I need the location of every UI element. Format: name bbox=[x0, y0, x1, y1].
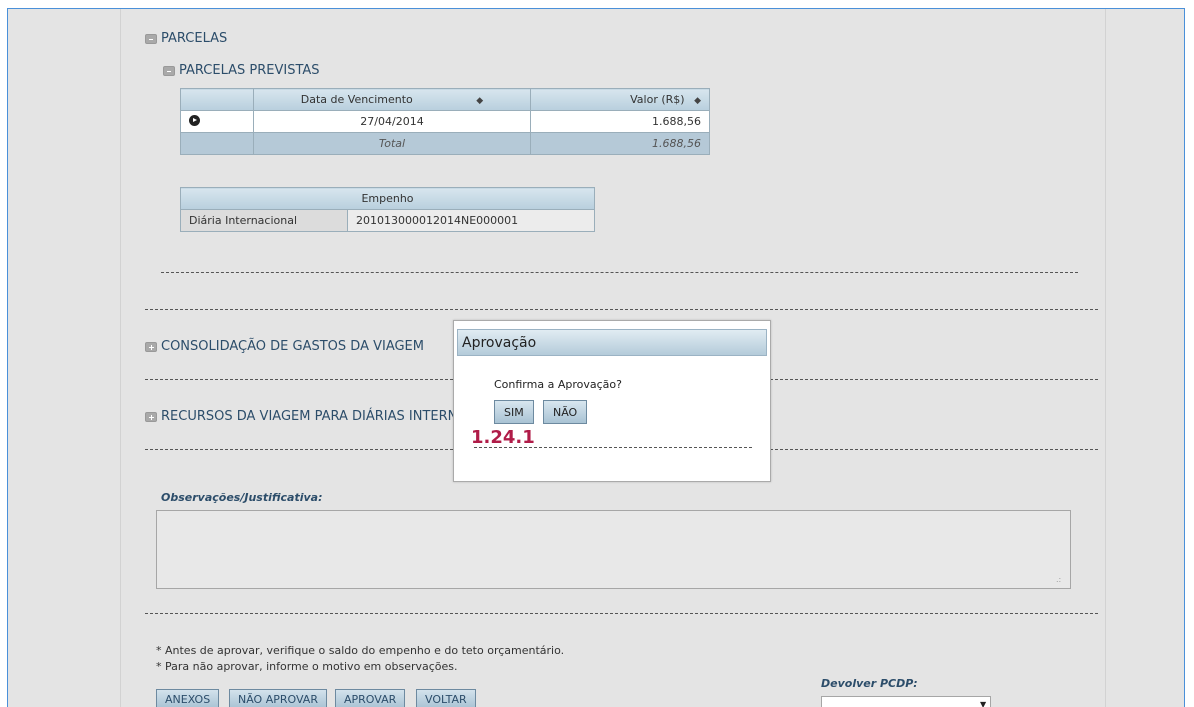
nao-button[interactable]: NÃO bbox=[543, 400, 588, 424]
nao-aprovar-button[interactable]: NÃO APROVAR bbox=[229, 689, 327, 707]
divider bbox=[161, 272, 1078, 273]
expand-plus-icon[interactable] bbox=[145, 411, 157, 422]
table-total-row: Total 1.688,56 bbox=[180, 132, 710, 155]
sort-icon[interactable]: ◆ bbox=[476, 96, 483, 106]
devolver-select[interactable]: ▼ bbox=[821, 696, 991, 707]
chevron-down-icon[interactable]: ▼ bbox=[980, 700, 988, 707]
cell-data: 27/04/2014 bbox=[253, 110, 531, 133]
divider bbox=[145, 613, 1098, 614]
cell-empenho-tipo: Diária Internacional bbox=[180, 209, 348, 232]
header-valor[interactable]: Valor (R$) ◆ bbox=[530, 88, 710, 111]
parcelas-table: Data de Vencimento ◆ Valor (R$) ◆ 27/04/… bbox=[180, 88, 710, 155]
section-recursos[interactable]: RECURSOS DA VIAGEM PARA DIÁRIAS INTERN bbox=[145, 409, 457, 424]
expand-plus-icon[interactable] bbox=[145, 341, 157, 352]
section-parcelas[interactable]: PARCELAS bbox=[145, 31, 227, 46]
divider bbox=[145, 309, 1098, 310]
divider bbox=[474, 447, 752, 448]
table-row: Diária Internacional 201013000012014NE00… bbox=[180, 209, 595, 232]
cell-valor: 1.688,56 bbox=[530, 110, 710, 133]
section-parcelas-label: PARCELAS bbox=[161, 31, 228, 46]
aprovar-button[interactable]: APROVAR bbox=[335, 689, 406, 707]
voltar-button[interactable]: VOLTAR bbox=[416, 689, 476, 707]
header-data-vencimento[interactable]: Data de Vencimento ◆ bbox=[253, 88, 531, 111]
header-empenho: Empenho bbox=[180, 187, 595, 210]
table-row: 27/04/2014 1.688,56 bbox=[180, 110, 710, 133]
collapse-minus-icon[interactable] bbox=[145, 33, 157, 44]
resize-grip-icon[interactable]: .: bbox=[1056, 575, 1061, 584]
collapse-minus-icon[interactable] bbox=[163, 65, 175, 76]
section-consolidacao-label: CONSOLIDAÇÃO DE GASTOS DA VIAGEM bbox=[161, 339, 424, 354]
dialog-title: Aprovação bbox=[457, 329, 767, 356]
note-line: * Para não aprovar, informe o motivo em … bbox=[156, 660, 458, 673]
play-circle-icon[interactable] bbox=[189, 114, 200, 126]
section-parcelas-previstas[interactable]: PARCELAS PREVISTAS bbox=[163, 63, 320, 78]
anexos-button[interactable]: ANEXOS bbox=[156, 689, 220, 707]
note-line: * Antes de aprovar, verifique o saldo do… bbox=[156, 644, 565, 657]
sim-button[interactable]: SIM bbox=[494, 400, 534, 424]
row-expand-cell[interactable] bbox=[180, 110, 254, 133]
empenho-table: Empenho Diária Internacional 20101300001… bbox=[180, 187, 595, 232]
section-consolidacao[interactable]: CONSOLIDAÇÃO DE GASTOS DA VIAGEM bbox=[145, 339, 424, 354]
observacoes-textarea[interactable] bbox=[156, 510, 1071, 589]
notes: * Antes de aprovar, verifique o saldo do… bbox=[156, 643, 564, 675]
section-recursos-label: RECURSOS DA VIAGEM PARA DIÁRIAS INTERN bbox=[161, 409, 458, 424]
version-label: 1.24.1 bbox=[471, 427, 535, 448]
total-label: Total bbox=[253, 132, 531, 155]
dialog-message: Confirma a Aprovação? bbox=[494, 378, 622, 391]
observacoes-label: Observações/Justificativa: bbox=[161, 491, 323, 504]
cell-empenho-numero: 201013000012014NE000001 bbox=[347, 209, 595, 232]
total-value: 1.688,56 bbox=[530, 132, 710, 155]
header-empty bbox=[180, 88, 254, 111]
approval-dialog: Aprovação Confirma a Aprovação? SIM NÃO … bbox=[453, 320, 771, 482]
devolver-label: Devolver PCDP: bbox=[821, 677, 918, 690]
section-parcelas-previstas-label: PARCELAS PREVISTAS bbox=[179, 63, 320, 78]
sort-icon[interactable]: ◆ bbox=[694, 96, 701, 106]
